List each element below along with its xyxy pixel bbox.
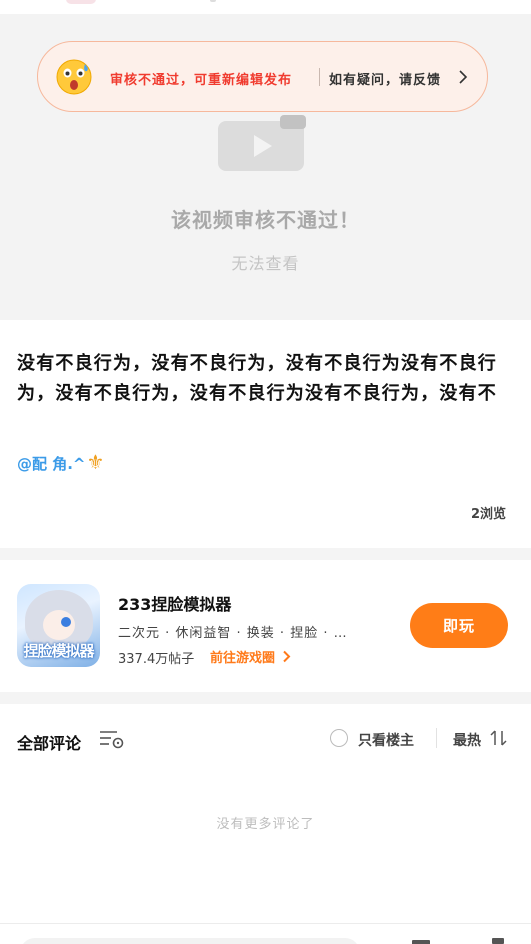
comments-header: 全部评论 只看楼主 最热 (0, 704, 531, 772)
view-count: 2浏览 (470, 507, 506, 522)
top-strip (0, 0, 531, 14)
video-blocked-title: 该视频审核不通过！ (171, 208, 360, 232)
game-card[interactable]: 捏脸模拟器 233捏脸模拟器 二次元 · 休闲益智 · 换装 · 捏脸 · … … (0, 560, 531, 692)
game-post-count: 337.4万帖子 (118, 652, 195, 667)
post-mention[interactable]: @配 角.^⚜ (17, 450, 104, 474)
game-circle-link[interactable]: 前往游戏圈 (210, 647, 291, 666)
comments-header-divider (436, 728, 437, 748)
review-failed-text: 审核不通过，可重新编辑发布 (110, 73, 293, 88)
fleur-de-lis-emoji: ⚜ (86, 450, 105, 474)
comments-title: 全部评论 (17, 734, 82, 753)
header-partial-image (66, 0, 96, 4)
header-partial-dot (210, 0, 216, 2)
post-body-text: 没有不良行为，没有不良行为，没有不良行为没有不良行为，没有不良行为，没有不良行为… (17, 353, 497, 404)
game-icon-face (43, 610, 75, 640)
only-op-label[interactable]: 只看楼主 (358, 730, 414, 750)
chevron-right-icon (282, 650, 290, 663)
bottom-bar-icon[interactable] (492, 938, 504, 944)
game-circle-link-label[interactable]: 前往游戏圈 (210, 651, 275, 666)
sort-icon[interactable] (490, 729, 508, 747)
game-tags: 二次元 · 休闲益智 · 换装 · 捏脸 · … (118, 626, 348, 641)
bottom-bar-icon[interactable] (412, 940, 430, 944)
mention-text[interactable]: @配 角.^ (17, 455, 86, 473)
game-app-icon[interactable]: 捏脸模拟器 (17, 584, 100, 667)
feedback-link[interactable]: 如有疑问，请反馈 (329, 69, 441, 88)
video-play-icon (218, 115, 306, 171)
game-name[interactable]: 233捏脸模拟器 (118, 591, 231, 615)
banner-divider (319, 68, 320, 86)
review-failed-banner[interactable]: 审核不通过，可重新编辑发布 如有疑问，请反馈 (37, 41, 488, 112)
game-icon-eye (61, 617, 71, 627)
no-more-comments-text: 没有更多评论了 (216, 817, 315, 832)
section-separator (0, 548, 531, 560)
only-op-radio[interactable] (330, 729, 348, 747)
sort-hottest-label[interactable]: 最热 (453, 730, 481, 750)
video-blocked-subtitle: 无法查看 (231, 254, 300, 273)
section-separator (0, 692, 531, 704)
comment-filter-icon[interactable] (99, 728, 125, 750)
game-icon-logo-text: 捏脸模拟器 (23, 642, 94, 660)
comment-input-bar[interactable] (20, 938, 360, 944)
play-now-button[interactable]: 即玩 (410, 603, 508, 648)
bottom-bar-divider (0, 923, 531, 924)
chevron-right-icon (459, 70, 468, 84)
shocked-emoji-icon (56, 59, 92, 95)
